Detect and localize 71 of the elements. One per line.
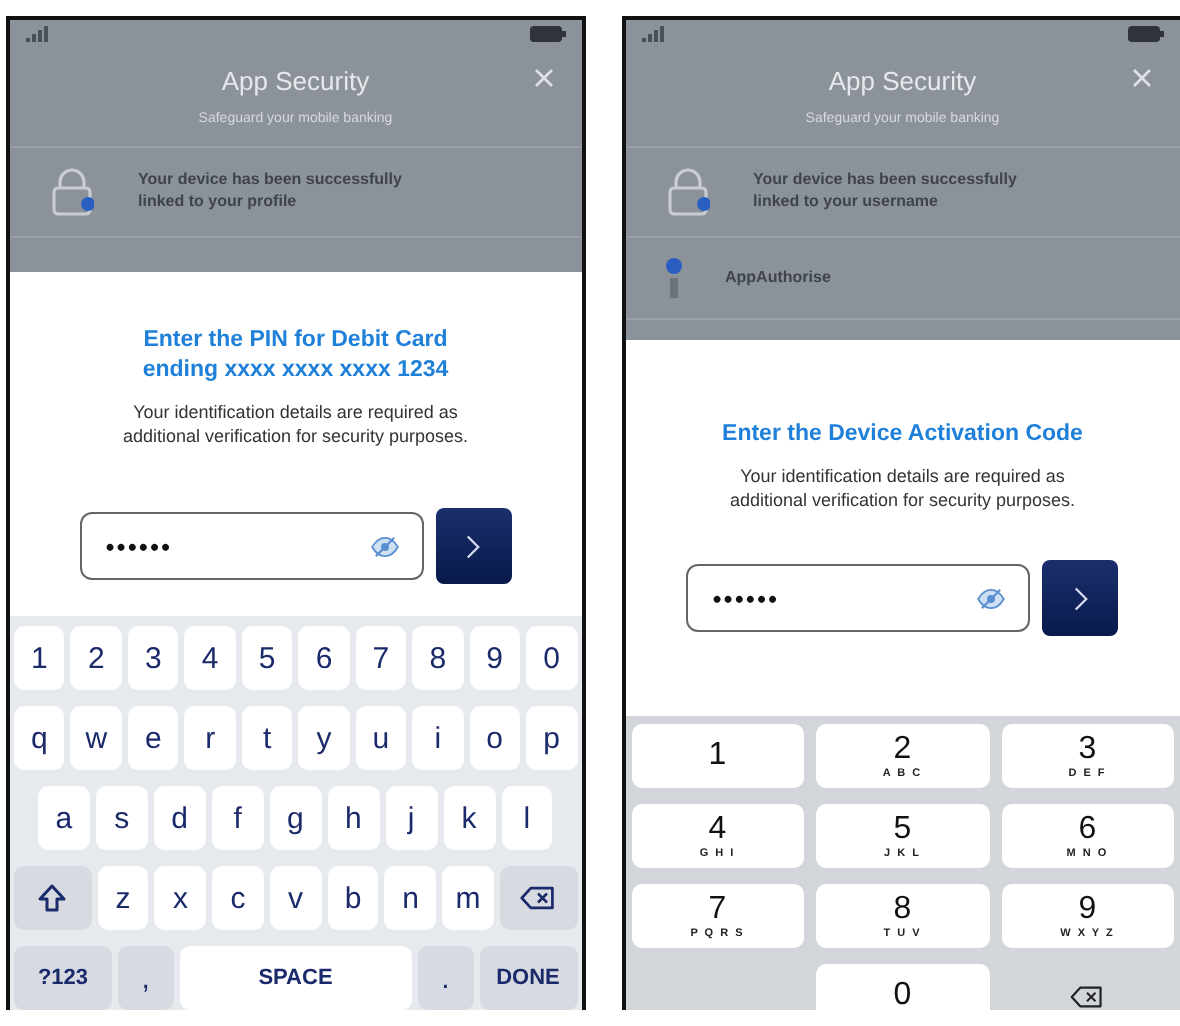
keyboard-key[interactable]: x <box>154 866 207 930</box>
keyboard-key[interactable]: s <box>95 786 148 850</box>
keyboard-key[interactable]: 0 <box>526 626 578 690</box>
backspace-key[interactable] <box>499 866 577 930</box>
keyboard-key[interactable]: e <box>127 706 179 770</box>
keyboard-key[interactable]: 1 <box>14 626 65 690</box>
keyboard-key[interactable]: v <box>269 866 322 930</box>
lock-icon <box>665 168 709 216</box>
backspace-icon <box>520 886 557 910</box>
keyboard-key[interactable]: b <box>327 866 379 930</box>
sheet-description: Your identification details are required as additional verification for security purposes. <box>727 463 1078 513</box>
sheet-description: Your identification details are required as additional verification for security purposes. <box>120 399 471 448</box>
lock-icon <box>50 168 94 216</box>
signal-icon <box>26 26 54 42</box>
shift-icon <box>38 884 67 912</box>
keyboard-key[interactable]: l <box>501 786 553 850</box>
keyboard-key[interactable]: 3 <box>127 626 179 690</box>
status-message: AppAuthorise <box>725 267 833 289</box>
keyboard-key[interactable]: u <box>355 706 407 770</box>
keypad-key[interactable]: 0 <box>816 964 989 1010</box>
keyboard-key[interactable]: r <box>184 706 236 770</box>
keyboard-key[interactable]: y <box>298 706 350 770</box>
keyboard-key[interactable]: 6 <box>298 626 350 690</box>
pin-field[interactable]: •••••• <box>686 564 1031 633</box>
eye-slash-icon[interactable] <box>976 588 1007 611</box>
eye-slash-icon[interactable] <box>369 536 400 558</box>
space-key[interactable]: SPACE <box>179 946 412 1010</box>
backspace-icon <box>1070 985 1105 1008</box>
keyboard-key[interactable]: c <box>212 866 264 930</box>
keyboard-key[interactable]: j <box>385 786 438 850</box>
sheet-heading: Enter the PIN for Debit Card ending xxxx xxxx xxxx 1234 <box>140 325 451 386</box>
keyboard-key[interactable]: i <box>412 706 464 770</box>
keypad-key[interactable]: 1 <box>631 724 804 789</box>
shift-key[interactable] <box>14 866 92 930</box>
signal-icon <box>641 26 669 42</box>
keyboard-key[interactable]: g <box>269 786 322 850</box>
keyboard-key[interactable]: n <box>384 866 437 930</box>
keyboard-key[interactable]: 7 <box>355 626 407 690</box>
keyboard-key[interactable]: q <box>14 706 65 770</box>
next-button[interactable] <box>435 508 512 584</box>
keyboard-key[interactable]: o <box>469 706 521 770</box>
keyboard-key[interactable]: 5 <box>241 626 293 690</box>
keyboard-key[interactable]: 4 <box>184 626 236 690</box>
chevron-icon <box>1073 585 1088 612</box>
status-message: Your device has been successfully linked to your profile <box>138 170 404 214</box>
mode-key[interactable]: ?123 <box>14 946 112 1010</box>
keyboard-key[interactable]: d <box>153 786 206 850</box>
screen-title: App Security <box>828 66 977 96</box>
sheet-heading: Enter the Device Activation Code <box>720 420 1085 450</box>
battery-icon <box>529 26 565 42</box>
status-message: Your device has been successfully linked to your username <box>753 170 1019 214</box>
keyboard-key[interactable]: 9 <box>469 626 521 690</box>
keyboard-key[interactable]: t <box>241 706 293 770</box>
keyboard-key[interactable]: k <box>443 786 495 850</box>
next-button[interactable] <box>1042 560 1119 637</box>
keyboard-key[interactable]: f <box>211 786 264 850</box>
done-key[interactable]: DONE <box>479 946 577 1010</box>
keyboard-key[interactable]: h <box>327 786 380 850</box>
keyboard-key[interactable]: 2 <box>70 626 122 690</box>
keyboard-key[interactable]: w <box>70 706 122 770</box>
keyboard-key[interactable]: m <box>442 866 494 930</box>
pin-field[interactable]: •••••• <box>79 512 424 580</box>
keyboard-key[interactable]: a <box>38 786 90 850</box>
chevron-icon <box>466 533 481 559</box>
keyboard-key[interactable]: z <box>97 866 149 930</box>
screen-title: App Security <box>221 66 370 96</box>
battery-icon <box>1128 26 1164 42</box>
keyboard-key[interactable]: p <box>526 706 578 770</box>
keyboard-key[interactable]: 8 <box>412 626 464 690</box>
keyboard-key[interactable]: . <box>417 946 473 1010</box>
keyboard-key[interactable]: , <box>118 946 174 1010</box>
